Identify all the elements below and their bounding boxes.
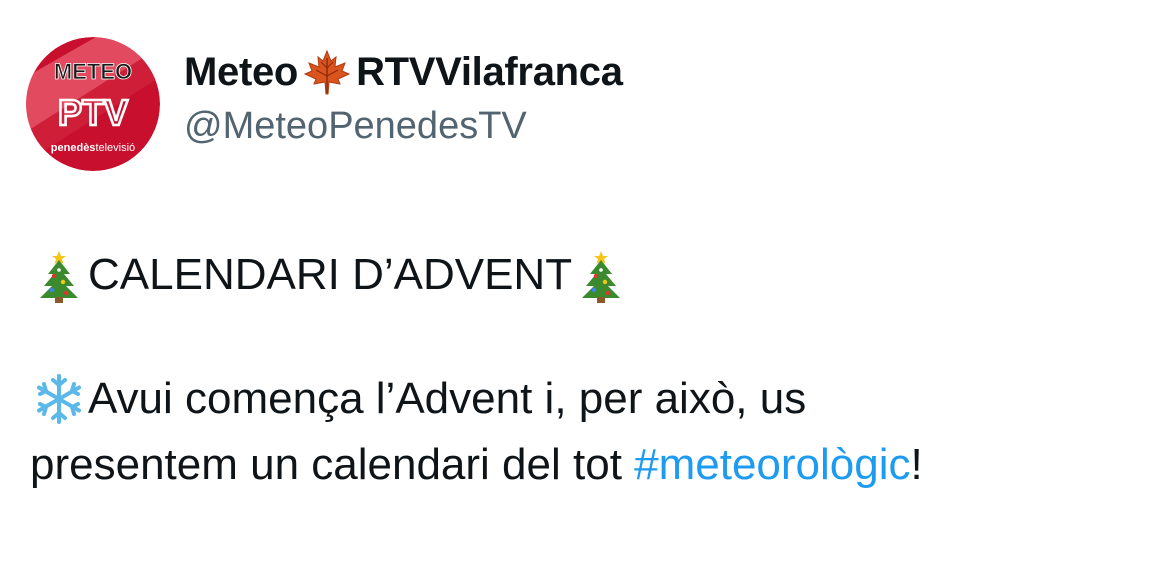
tweet-header: METEO PTV penedèstelevisió Meteo RTVVila… [26,36,623,172]
display-name-part2[interactable]: RTVVilafranca [356,48,623,96]
snowflake-icon [30,370,88,428]
christmas-tree-icon [572,246,630,304]
avatar-bottom-bold: penedès [51,142,96,154]
display-name-part1[interactable]: Meteo [184,48,298,96]
tweet: METEO PTV penedèstelevisió Meteo RTVVila… [0,0,1170,561]
avatar-bottom-text: televisió [95,142,135,154]
tweet-line-2: Avui comença l’Advent i, per això, us [30,366,1130,432]
display-name[interactable]: Meteo RTVVilafranca [184,48,623,96]
tweet-line-3: presentem un calendari del tot #meteorol… [30,432,1130,498]
account-handle[interactable]: @MeteoPenedesTV [184,102,623,150]
tweet-line-2-text: Avui comença l’Advent i, per això, us [88,374,807,423]
tweet-title-text: CALENDARI D’ADVENT [88,250,573,299]
svg-text:penedèstelevisió: penedèstelevisió [51,142,135,154]
tweet-text: CALENDARI D’ADVENT Avui comença l’Advent… [30,242,1130,498]
tweet-line-3-text: presentem un calendari del tot [30,440,635,489]
tweet-line-title: CALENDARI D’ADVENT [30,242,1130,308]
account-names: Meteo RTVVilafranca @MeteoPenedesTV [184,48,623,150]
maple-leaf-icon [302,48,352,96]
tweet-line-3-end: ! [910,440,923,489]
avatar[interactable]: METEO PTV penedèstelevisió [26,37,160,171]
hashtag-link[interactable]: #meteorològic [634,432,910,498]
avatar-logo-text: PTV [58,92,128,133]
avatar-top-text: METEO [54,59,132,84]
christmas-tree-icon [30,246,88,304]
